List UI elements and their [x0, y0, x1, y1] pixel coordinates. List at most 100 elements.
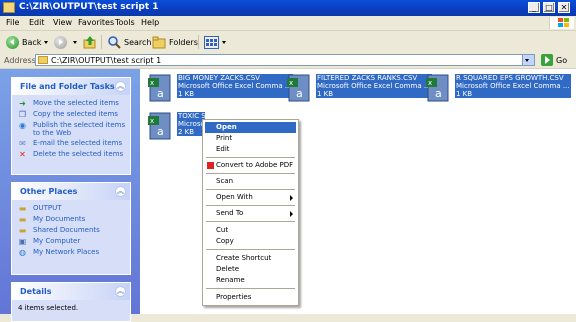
menu-item-convert-to-pdf[interactable]: Convert to Adobe PDF [205, 160, 296, 171]
task-pane: File and Folder Tasks ︽ ➜ Move the selec… [0, 69, 140, 322]
panel-header[interactable]: Details ︽ [12, 283, 130, 300]
other-places-panel: Other Places ︽ ▬ OUTPUT ▬ My Documents ▬… [11, 182, 131, 275]
network-icon: ◍ [19, 248, 26, 257]
menu-edit[interactable]: Edit [29, 18, 45, 27]
menu-item-cut[interactable]: Cut [205, 225, 296, 236]
menu-item-open[interactable]: Open [205, 122, 296, 133]
place-my-computer[interactable]: ▣ My Computer [18, 237, 126, 246]
pdf-icon [207, 162, 214, 169]
menu-bar: File Edit View Favorites Tools Help [0, 16, 576, 31]
excel-csv-file-icon: x a [426, 74, 449, 102]
panel-title: Details [20, 287, 52, 296]
address-input[interactable]: C:\ZIR\OUTPUT\test script 1 [35, 54, 535, 66]
file-label: TOXIC STOCKS2.CSV Microsoft 2 KB [177, 112, 250, 136]
up-folder-button[interactable] [83, 34, 97, 50]
forward-button[interactable] [54, 34, 77, 50]
panel-title: File and Folder Tasks [20, 82, 115, 91]
back-label: Back [22, 37, 42, 47]
svg-text:a: a [435, 87, 442, 100]
back-button[interactable]: Back [6, 34, 49, 50]
file-label: FILTERED ZACKS RANKS.CSV Microsoft Offic… [316, 74, 432, 98]
file-item[interactable]: x a R SQUARED EPS GROWTH.CSV Microsoft O… [421, 72, 571, 102]
task-publish[interactable]: ◉ Publish the selected items to the Web [18, 121, 126, 137]
views-button[interactable] [204, 34, 226, 50]
forward-arrow-icon [54, 35, 67, 49]
folder-icon [3, 2, 15, 13]
task-label: Delete the selected items [33, 150, 124, 158]
toolbar: Back Search Folders [0, 31, 576, 54]
svg-text:x: x [150, 117, 154, 125]
maximize-button[interactable]: □ [543, 2, 555, 13]
panel-title: Other Places [20, 187, 78, 196]
dropdown-arrow-icon [44, 40, 49, 44]
menu-item-create-shortcut[interactable]: Create Shortcut [205, 253, 296, 264]
file-label: BIG MONEY ZACKS.CSV Microsoft Office Exc… [177, 74, 293, 98]
file-type: Microsoft [178, 120, 204, 128]
delete-icon: ✕ [19, 150, 26, 159]
menu-item-copy[interactable]: Copy [205, 236, 296, 247]
file-name: R SQUARED EPS GROWTH.CSV [456, 74, 564, 82]
place-label: Shared Documents [33, 226, 100, 234]
go-button[interactable]: Go [541, 54, 567, 66]
task-label: Move the selected items [33, 99, 119, 107]
menu-file[interactable]: File [6, 18, 19, 27]
title-bar: C:\ZIR\OUTPUT\test script 1 _ □ ✕ [0, 0, 576, 16]
panel-header[interactable]: File and Folder Tasks ︽ [12, 78, 130, 95]
search-icon [108, 36, 121, 49]
menu-view[interactable]: View [53, 18, 72, 27]
excel-csv-file-icon: x a [148, 112, 171, 140]
task-email[interactable]: ✉ E-mail the selected items [18, 139, 126, 148]
menu-item-open-with[interactable]: Open With [205, 192, 296, 203]
excel-csv-file-icon: x a [148, 74, 171, 102]
task-label: Copy the selected items [33, 110, 118, 118]
collapse-chevron-icon[interactable]: ︽ [115, 81, 126, 92]
folders-button[interactable]: Folders [152, 34, 198, 50]
menu-help[interactable]: Help [141, 18, 159, 27]
menu-separator [206, 157, 295, 158]
file-item[interactable]: x a BIG MONEY ZACKS.CSV Microsoft Office… [143, 72, 293, 102]
place-my-documents[interactable]: ▬ My Documents [18, 215, 126, 224]
collapse-chevron-icon[interactable]: ︽ [115, 286, 126, 297]
menu-item-delete[interactable]: Delete [205, 264, 296, 275]
submenu-arrow-icon [290, 195, 293, 201]
svg-text:x: x [428, 79, 432, 87]
search-button[interactable]: Search [107, 34, 151, 50]
task-move[interactable]: ➜ Move the selected items [18, 99, 126, 108]
panel-header[interactable]: Other Places ︽ [12, 183, 130, 200]
file-folder-tasks-panel: File and Folder Tasks ︽ ➜ Move the selec… [11, 77, 131, 175]
menu-favorites[interactable]: Favorites [78, 18, 114, 27]
place-shared-documents[interactable]: ▬ Shared Documents [18, 226, 126, 235]
menu-item-print[interactable]: Print [205, 133, 296, 144]
context-menu: Open Print Edit Convert to Adobe PDF Sca… [202, 119, 299, 306]
menu-separator [206, 288, 295, 289]
menu-item-properties[interactable]: Properties [205, 292, 296, 303]
address-label: Address [4, 56, 36, 65]
window-title: C:\ZIR\OUTPUT\test script 1 [19, 2, 159, 12]
address-dropdown-button[interactable] [522, 55, 534, 65]
copy-icon: ❐ [18, 110, 27, 119]
close-button[interactable]: ✕ [558, 2, 570, 13]
windows-logo-icon [549, 17, 574, 29]
menu-separator [206, 189, 295, 190]
menu-item-send-to[interactable]: Send To [205, 208, 296, 219]
menu-tools[interactable]: Tools [115, 18, 135, 27]
folder-icon [38, 56, 48, 64]
address-bar: Address C:\ZIR\OUTPUT\test script 1 Go [0, 53, 576, 69]
folder-icon: ▬ [18, 204, 27, 213]
menu-separator [206, 173, 295, 174]
menu-item-rename[interactable]: Rename [205, 275, 296, 286]
file-item[interactable]: x a FILTERED ZACKS RANKS.CSV Microsoft O… [282, 72, 432, 102]
file-type: Microsoft Office Excel Comma ... [456, 82, 570, 90]
menu-item-edit[interactable]: Edit [205, 144, 296, 155]
globe-icon: ◉ [19, 121, 26, 130]
task-copy[interactable]: ❐ Copy the selected items [18, 110, 126, 119]
place-my-network-places[interactable]: ◍ My Network Places [18, 248, 126, 257]
task-delete[interactable]: ✕ Delete the selected items [18, 150, 126, 159]
collapse-chevron-icon[interactable]: ︽ [115, 186, 126, 197]
minimize-button[interactable]: _ [528, 2, 540, 13]
place-output[interactable]: ▬ OUTPUT [18, 204, 126, 213]
email-icon: ✉ [19, 139, 26, 148]
menu-item-scan[interactable]: Scan [205, 176, 296, 187]
svg-text:a: a [296, 87, 303, 100]
svg-text:a: a [157, 125, 164, 138]
